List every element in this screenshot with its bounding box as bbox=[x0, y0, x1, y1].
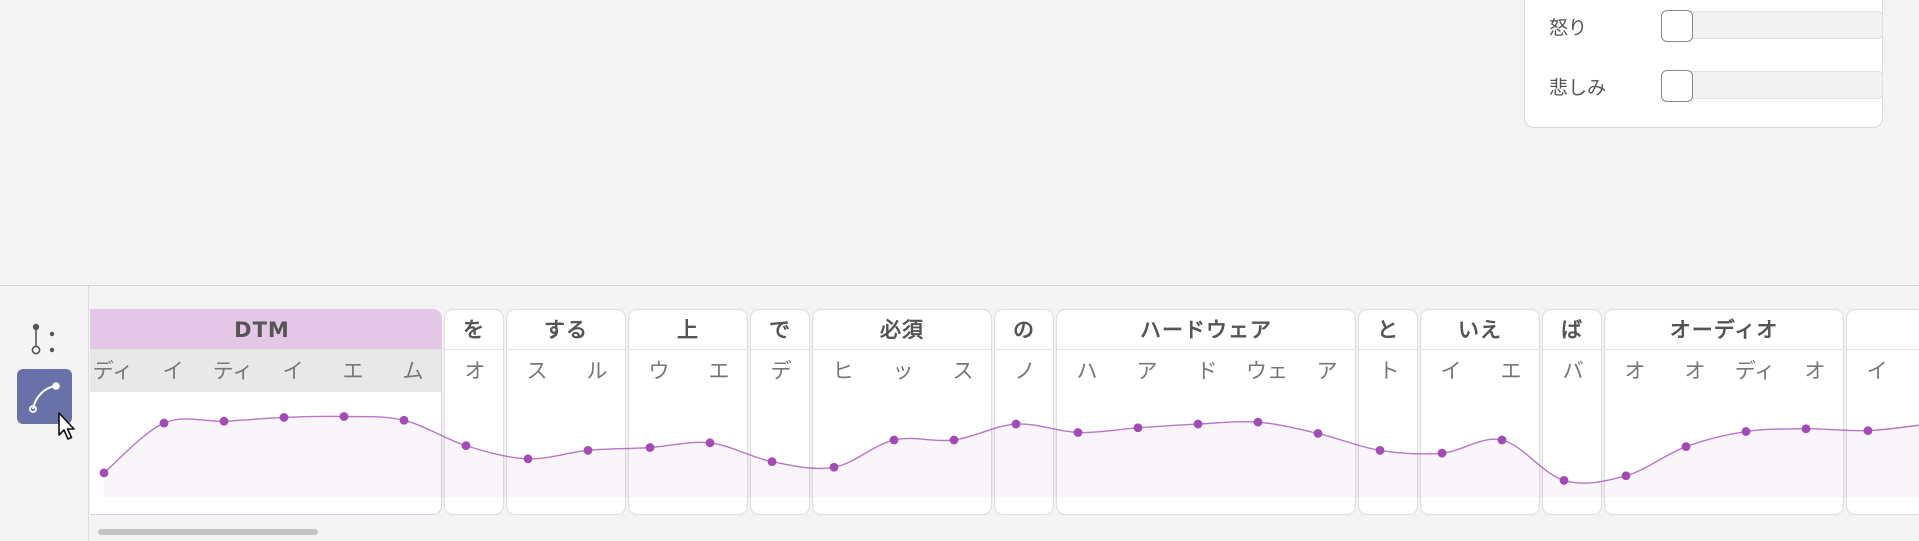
pitch-point[interactable] bbox=[645, 443, 655, 452]
pitch-area bbox=[104, 416, 1919, 497]
pitch-point[interactable] bbox=[1621, 471, 1631, 481]
pitch-point[interactable] bbox=[705, 438, 715, 448]
pitch-point[interactable] bbox=[1863, 426, 1873, 435]
pitch-point[interactable] bbox=[889, 435, 899, 445]
slider-sadness[interactable] bbox=[1661, 70, 1883, 102]
pitch-point[interactable] bbox=[1801, 424, 1811, 434]
slider-label-anger: 怒り bbox=[1549, 17, 1588, 39]
slider-row-sadness: 悲しみ bbox=[1549, 65, 1883, 105]
mouse-cursor-icon bbox=[58, 412, 75, 440]
pitch-point[interactable] bbox=[1011, 419, 1021, 429]
pitch-point[interactable] bbox=[1133, 423, 1143, 433]
pitch-point[interactable] bbox=[1073, 428, 1083, 437]
horizontal-scrollbar[interactable] bbox=[98, 529, 318, 535]
pitch-curve bbox=[99, 412, 1919, 497]
pitch-point[interactable] bbox=[339, 412, 349, 421]
pitch-point[interactable] bbox=[1313, 429, 1323, 438]
pitch-point[interactable] bbox=[1497, 435, 1507, 445]
pitch-point[interactable] bbox=[399, 415, 409, 425]
tool-rail bbox=[0, 286, 89, 541]
slider-anger-knob[interactable] bbox=[1661, 10, 1693, 42]
accent-tool-button[interactable] bbox=[17, 311, 72, 366]
slider-label-sadness: 悲しみ bbox=[1549, 77, 1607, 99]
slider-row-anger: 怒り bbox=[1549, 5, 1883, 45]
pitch-point[interactable] bbox=[1681, 442, 1691, 451]
style-panel: 怒り 悲しみ bbox=[1524, 0, 1883, 128]
pitch-point[interactable] bbox=[1559, 476, 1569, 485]
slider-sadness-knob[interactable] bbox=[1661, 70, 1693, 102]
pitch-point[interactable] bbox=[767, 457, 777, 467]
pitch-point[interactable] bbox=[523, 454, 533, 464]
pitch-curve-icon bbox=[28, 381, 60, 413]
pitch-point[interactable] bbox=[1437, 448, 1447, 458]
pitch-point[interactable] bbox=[1193, 419, 1203, 429]
pitch-point[interactable] bbox=[1253, 417, 1263, 427]
pitch-point[interactable] bbox=[583, 445, 593, 455]
app-window: 怒り 悲しみ DTM ディ イ ティ イ エ ム を オ する ス ル 上 ウ … bbox=[0, 0, 1919, 541]
pitch-point[interactable] bbox=[1375, 445, 1385, 455]
pitch-point[interactable] bbox=[159, 418, 169, 428]
pitch-point[interactable] bbox=[99, 468, 109, 478]
phrase-track[interactable]: DTM ディイティイエムをオするスル上ウエでデ必須ヒッスのノハードウェアハアドウェ… bbox=[90, 286, 1919, 541]
pitch-editor: DTM ディイティイエムをオするスル上ウエでデ必須ヒッスのノハードウェアハアドウェ… bbox=[0, 285, 1919, 541]
pitch-point[interactable] bbox=[1741, 427, 1751, 436]
pitch-point[interactable] bbox=[461, 441, 471, 451]
pitch-point[interactable] bbox=[829, 462, 839, 472]
pitch-point[interactable] bbox=[949, 435, 959, 445]
pitch-point[interactable] bbox=[279, 413, 289, 422]
slider-anger[interactable] bbox=[1661, 10, 1883, 42]
pitch-point[interactable] bbox=[219, 416, 229, 426]
accent-dots-icon bbox=[31, 323, 54, 354]
